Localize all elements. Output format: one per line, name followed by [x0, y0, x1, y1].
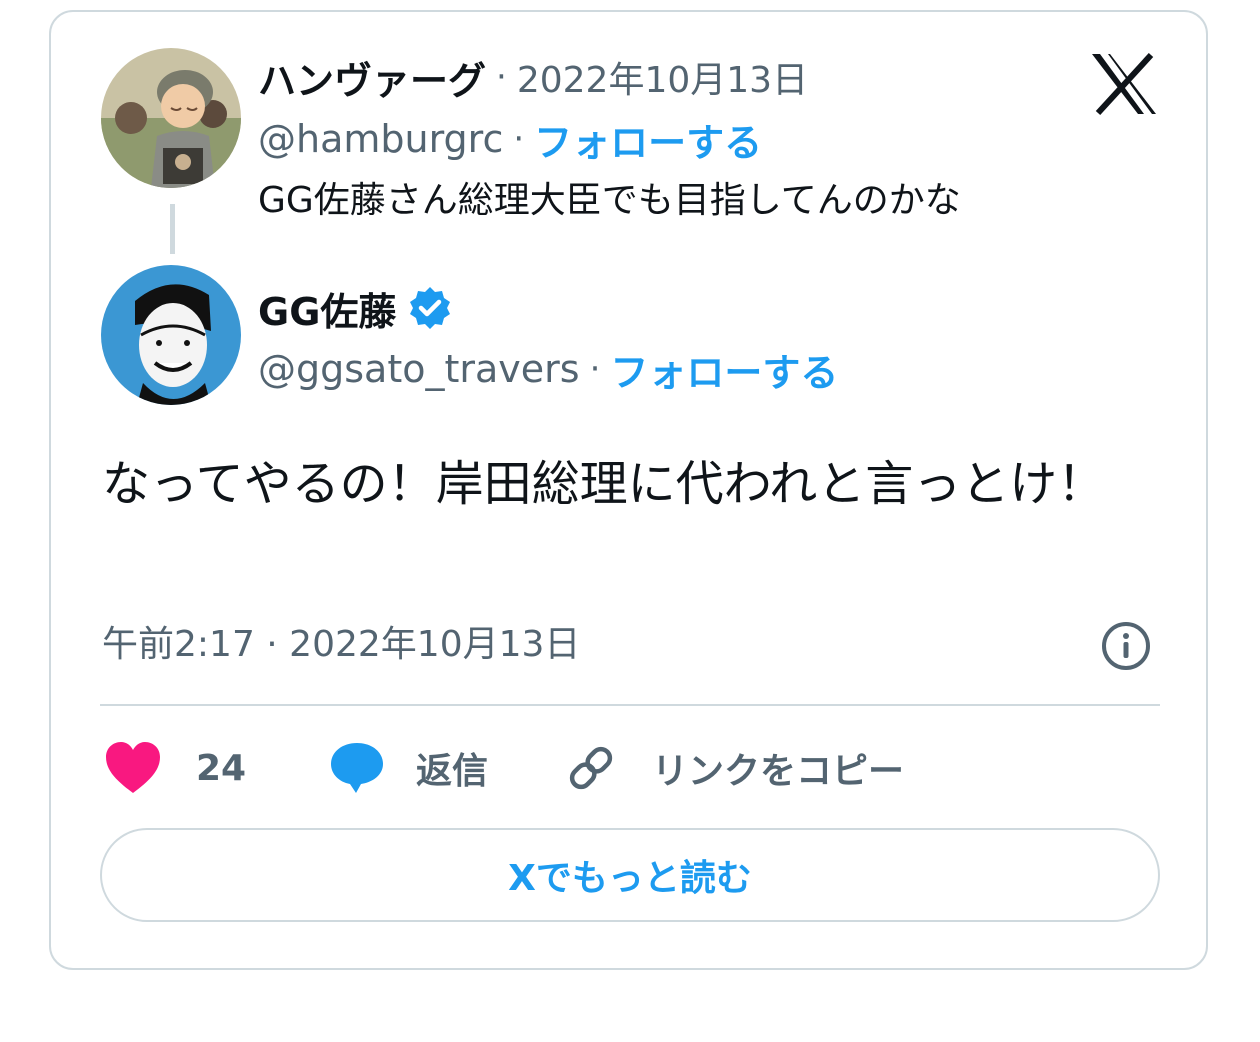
like-button[interactable]: 24 — [104, 740, 246, 796]
info-icon[interactable] — [1100, 620, 1152, 672]
reply-author-header: ハンヴァーグ · 2022年10月13日 — [258, 50, 808, 105]
reply-text: GG佐藤さん総理大臣でも目指してんのかな — [258, 180, 961, 221]
divider — [100, 704, 1160, 706]
reply-button[interactable]: 返信 — [328, 740, 488, 796]
speech-bubble-icon — [328, 741, 386, 795]
reply-author-avatar[interactable] — [101, 48, 241, 188]
reply-author-name[interactable]: ハンヴァーグ — [258, 50, 486, 105]
author-avatar[interactable] — [101, 265, 241, 405]
follow-button[interactable]: フォローする — [610, 342, 838, 397]
reply-author-handle[interactable]: @hamburgrc — [258, 117, 503, 161]
separator-dot: · — [589, 349, 601, 389]
thread-connector-line — [170, 204, 175, 254]
separator-dot: · — [513, 119, 525, 159]
heart-icon — [104, 741, 162, 795]
reply-follow-button[interactable]: フォローする — [534, 112, 762, 167]
tweet-text: なってやるの！岸田総理に代われと言っとけ！ — [102, 456, 1106, 512]
copy-link-button[interactable]: リンクをコピー — [564, 740, 904, 796]
x-logo-icon[interactable] — [1090, 52, 1158, 116]
copy-link-label: リンクをコピー — [652, 751, 905, 792]
tweet-timestamp[interactable]: 午前2:17 · 2022年10月13日 — [102, 620, 580, 670]
author-name[interactable]: GG佐藤 — [258, 281, 396, 336]
separator-dot: · — [496, 57, 507, 97]
reply-date[interactable]: 2022年10月13日 — [517, 51, 808, 103]
read-more-label: Xでもっと読む — [508, 858, 752, 899]
author-handle-row: @ggsato_travers · フォローする — [258, 343, 838, 395]
link-icon — [564, 741, 618, 795]
author-header: GG佐藤 — [258, 280, 454, 336]
verified-badge-icon — [406, 284, 454, 332]
reply-author-handle-row: @hamburgrc · フォローする — [258, 112, 762, 167]
author-handle[interactable]: @ggsato_travers — [258, 347, 580, 391]
read-more-button[interactable]: Xでもっと読む — [100, 828, 1160, 922]
like-count: 24 — [196, 747, 247, 789]
reply-label: 返信 — [416, 751, 489, 792]
